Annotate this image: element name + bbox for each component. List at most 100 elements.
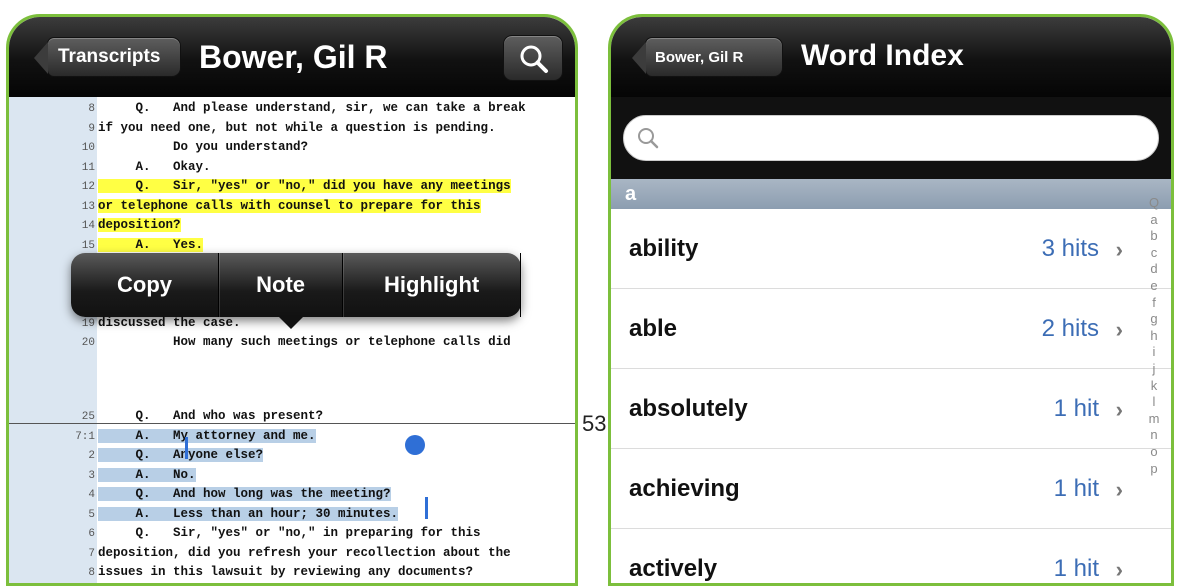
index-letter[interactable]: g: [1143, 311, 1165, 328]
line-text-content: A. Less than an hour; 30 minutes.: [98, 506, 399, 521]
line-text-content: Q. And who was present?: [98, 409, 324, 423]
search-input[interactable]: [668, 126, 1072, 151]
line-number: 15: [81, 239, 95, 252]
chevron-right-icon: ›: [1115, 237, 1123, 262]
highlight-menu-item[interactable]: Highlight: [343, 253, 521, 317]
line-number: 4: [88, 489, 95, 501]
index-letter[interactable]: d: [1143, 261, 1165, 278]
line-number: 5: [88, 508, 95, 521]
line-text-content: Do you understand?: [98, 140, 309, 154]
search-bar: [611, 97, 1171, 179]
index-letter[interactable]: k: [1143, 378, 1165, 395]
transcript-line: 14 deposition?: [9, 216, 181, 234]
transcripts-back-button[interactable]: Transcripts: [34, 37, 181, 77]
word-index-row[interactable]: actively 1 hit ›: [611, 529, 1171, 583]
line-text: issues in this lawsuit by reviewing any …: [95, 565, 473, 579]
selection-grab-handle[interactable]: [405, 435, 425, 455]
search-icon: [520, 45, 548, 73]
navigation-bar: Bower, Gil R Word Index: [611, 17, 1171, 97]
line-text: How many such meetings or telephone call…: [95, 335, 511, 349]
line-number: 8: [88, 103, 95, 115]
transcript-line: 15 A. Yes.: [9, 236, 204, 254]
line-text-content: A. No.: [98, 467, 196, 482]
transcript-line: 20 How many such meetings or telephone c…: [9, 333, 511, 351]
selection-start-handle[interactable]: [185, 437, 188, 459]
index-letter[interactable]: n: [1143, 427, 1165, 444]
line-text-content: if you need one, but not while a questio…: [98, 120, 496, 135]
line-text: Q. And please understand, sir, we can ta…: [95, 101, 526, 115]
index-letter[interactable]: h: [1143, 328, 1165, 345]
alphabet-index[interactable]: Qabcdefghijklmnop: [1143, 195, 1165, 477]
note-menu-item[interactable]: Note: [219, 253, 344, 317]
line-text-content: A. Okay.: [98, 159, 211, 174]
transcript-line: 8 Q. And please understand, sir, we can …: [9, 99, 526, 117]
index-word: absolutely: [629, 395, 748, 422]
transcript-line: 3 A. No.: [9, 466, 196, 484]
index-letter[interactable]: p: [1143, 461, 1165, 478]
transcript-line: 10 Do you understand?: [9, 138, 308, 156]
hit-count: 1 hit: [1053, 395, 1099, 422]
line-text-content: A. My attorney and me.: [98, 428, 316, 443]
line-number: 7:1: [75, 430, 95, 443]
index-letter[interactable]: b: [1143, 228, 1165, 245]
word-index-list: ability 3 hits › ab l e 2 hits › absolutely 1 hit…: [611, 209, 1171, 583]
index-letter[interactable]: Q: [1143, 195, 1165, 212]
transcript-line: 8 issues in this lawsuit by reviewing any…: [9, 563, 473, 581]
search-button[interactable]: [503, 35, 563, 81]
index-letter[interactable]: i: [1143, 344, 1165, 361]
line-text-content: Q. And please understand, sir, we can ta…: [98, 101, 526, 115]
line-text: if you need one, but not while a questio…: [95, 121, 496, 135]
index-letter[interactable]: l: [1143, 394, 1165, 411]
page-title: Bower, Gil R: [199, 39, 388, 75]
line-text: A. No.: [95, 467, 196, 482]
line-number: 20: [81, 337, 95, 349]
search-field[interactable]: [623, 115, 1159, 161]
word-index-screen: Bower, Gil R Word Index a ability 3 hits ›…: [608, 14, 1174, 586]
index-letter[interactable]: e: [1143, 278, 1165, 295]
edit-menu: Copy Note Highlight: [71, 253, 521, 329]
chevron-right-icon: ›: [1115, 397, 1123, 422]
index-letter[interactable]: o: [1143, 444, 1165, 461]
line-number: 12: [81, 181, 95, 193]
transcript-line: 2 Q. Anyone else?: [9, 446, 264, 464]
hit-count: 2 hits: [1041, 315, 1099, 342]
line-number: 9: [88, 122, 95, 135]
transcript-line: 9 if you need one, but not while a questi…: [9, 119, 496, 137]
section-header: a: [611, 179, 1171, 209]
transcript-line: 12 Q. Sir, "yes" or "no," did you have a…: [9, 177, 511, 195]
hit-count: 1 hit: [1053, 475, 1099, 502]
line-number: 6: [88, 528, 95, 540]
index-letter[interactable]: j: [1143, 361, 1165, 378]
line-text: A. Okay.: [95, 160, 211, 174]
index-letter[interactable]: a: [1143, 212, 1165, 229]
word-index-row[interactable]: able 2 hits ›: [611, 289, 1171, 369]
line-text: A. My attorney and me.: [95, 428, 316, 443]
index-letter[interactable]: m: [1143, 411, 1165, 428]
deponent-back-button[interactable]: Bower, Gil R: [632, 37, 783, 77]
line-text-content: deposition, did you refresh your recolle…: [98, 545, 511, 560]
selection-end-handle[interactable]: [425, 497, 428, 519]
index-word: achieving: [629, 475, 740, 502]
copy-menu-item[interactable]: Copy: [71, 253, 220, 317]
transcript-line: 13 or telephone calls with counsel to pre…: [9, 197, 481, 215]
line-number: 19: [81, 317, 95, 330]
back-button-label: Bower, Gil R: [655, 48, 744, 66]
word-index-row[interactable]: absolutely 1 hit ›: [611, 369, 1171, 449]
page-title: Word Index: [801, 39, 964, 72]
navigation-bar: Transcripts Bower, Gil R: [9, 17, 575, 97]
line-text: Q. And who was present?: [95, 409, 324, 423]
transcript-body[interactable]: 8 Q. And please understand, sir, we can …: [9, 97, 575, 583]
chevron-right-icon: ›: [1115, 477, 1123, 502]
chevron-right-icon: ›: [1115, 317, 1123, 342]
hit-count: 1 hit: [1053, 555, 1099, 582]
line-number: 13: [81, 200, 95, 213]
line-text: or telephone calls with counsel to prepa…: [95, 198, 481, 213]
word-index-row[interactable]: ability 3 hits ›: [611, 209, 1171, 289]
line-text: Q. Sir, "yes" or "no," did you have any …: [95, 179, 511, 193]
page-number: 53: [582, 411, 607, 436]
word-index-row[interactable]: achieving 1 hit ›: [611, 449, 1171, 529]
chevron-right-icon: ›: [1115, 557, 1123, 582]
index-letter[interactable]: f: [1143, 295, 1165, 312]
line-text-content: Q. Sir, "yes" or "no," in preparing for …: [98, 526, 481, 540]
index-letter[interactable]: c: [1143, 245, 1165, 262]
